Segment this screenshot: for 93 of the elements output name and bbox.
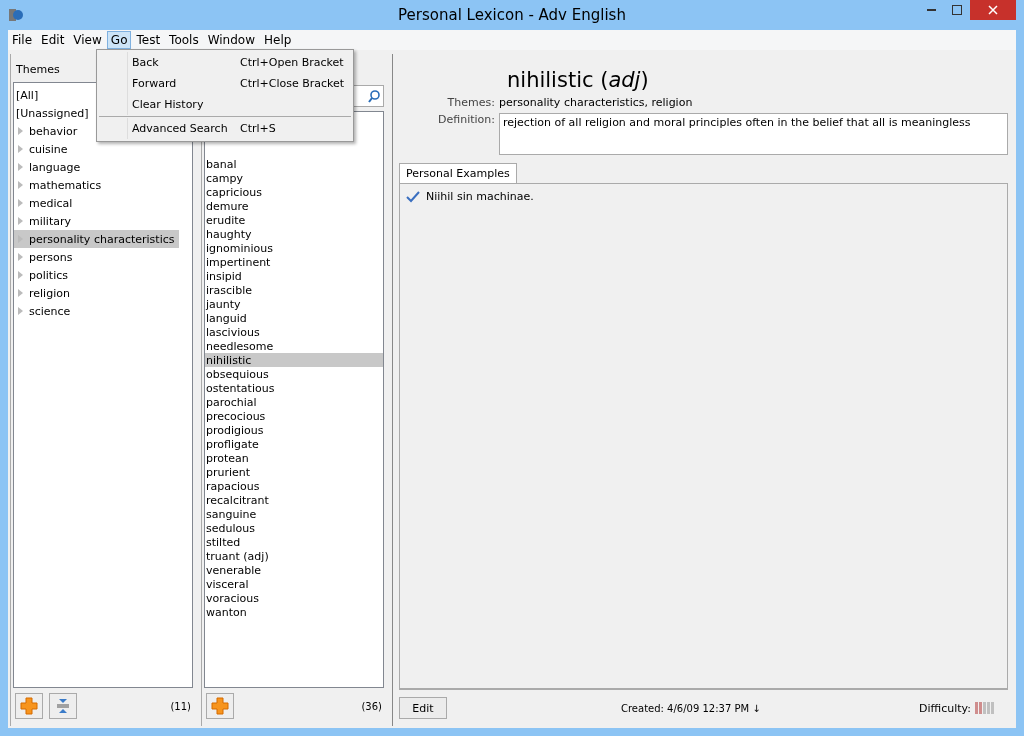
word-item[interactable]: prodigious xyxy=(205,423,383,437)
maximize-icon xyxy=(952,5,962,15)
theme-item[interactable]: cuisine xyxy=(14,140,72,158)
minimize-icon xyxy=(926,9,936,11)
word-item[interactable]: ignominious xyxy=(205,241,383,255)
word-heading: nihilistic (adj) xyxy=(506,67,650,94)
word-item[interactable]: stilted xyxy=(205,535,383,549)
expand-icon[interactable] xyxy=(18,145,24,153)
word-item[interactable]: banal xyxy=(205,157,383,171)
expand-icon[interactable] xyxy=(18,181,24,189)
close-icon xyxy=(988,5,998,15)
word-item[interactable]: languid xyxy=(205,311,383,325)
word-item[interactable]: sanguine xyxy=(205,507,383,521)
theme-item[interactable]: religion xyxy=(14,284,74,302)
expand-icon[interactable] xyxy=(18,253,24,261)
theme-item[interactable]: persons xyxy=(14,248,77,266)
window-title: Personal Lexicon - Adv English xyxy=(398,6,626,24)
word-item[interactable]: irascible xyxy=(205,283,383,297)
theme-item[interactable]: military xyxy=(14,212,75,230)
word-item[interactable]: sedulous xyxy=(205,521,383,535)
word-item[interactable]: needlesome xyxy=(205,339,383,353)
word-item[interactable]: rapacious xyxy=(205,479,383,493)
definition-field[interactable]: rejection of all religion and moral principles often in the belief that all is meaningless xyxy=(499,113,1008,155)
word-item[interactable]: ostentatious xyxy=(205,381,383,395)
app-icon xyxy=(8,7,24,23)
theme-item[interactable]: [Unassigned] xyxy=(14,104,93,122)
add-button[interactable] xyxy=(206,693,234,719)
menu-item[interactable]: Go xyxy=(106,31,132,49)
tab[interactable]: Personal Examples xyxy=(399,163,517,183)
word-item[interactable]: venerable xyxy=(205,563,383,577)
collapse-button[interactable] xyxy=(49,693,77,719)
panel-title: Themes xyxy=(16,62,60,76)
menu-entry[interactable]: Forward Ctrl+Close Bracket xyxy=(127,73,353,94)
item-count: (36) xyxy=(361,700,382,712)
created-date: Created: 4/6/09 12:37 PM ↓ xyxy=(621,702,761,714)
word-item[interactable]: precocious xyxy=(205,409,383,423)
theme-item[interactable]: medical xyxy=(14,194,77,212)
add-button[interactable] xyxy=(15,693,43,719)
menu-entry[interactable]: Advanced Search Ctrl+S xyxy=(127,118,353,139)
theme-item[interactable]: [All] xyxy=(14,86,43,104)
word-item[interactable]: obsequious xyxy=(205,367,383,381)
word-item[interactable]: wanton xyxy=(205,605,383,619)
word-item[interactable]: protean xyxy=(205,451,383,465)
word-item[interactable]: jaunty xyxy=(205,297,383,311)
search-icon xyxy=(368,89,380,103)
theme-item[interactable]: language xyxy=(14,158,85,176)
word-item[interactable]: haughty xyxy=(205,227,383,241)
word-item[interactable]: campy xyxy=(205,171,383,185)
word-item[interactable]: insipid xyxy=(205,269,383,283)
themes-value: personality characteristics, religion xyxy=(499,96,693,109)
expand-icon[interactable] xyxy=(18,307,24,315)
field-label: Themes: xyxy=(446,96,495,109)
plus-icon xyxy=(20,697,38,715)
theme-item[interactable]: politics xyxy=(14,266,72,284)
word-item[interactable]: erudite xyxy=(205,213,383,227)
edit-button[interactable]: Edit xyxy=(399,697,447,719)
menu-entry[interactable]: Back Ctrl+Open Bracket xyxy=(127,52,353,73)
word-item[interactable]: recalcitrant xyxy=(205,493,383,507)
expand-icon[interactable] xyxy=(18,289,24,297)
menu-item[interactable]: Test xyxy=(132,31,165,49)
menu-item[interactable]: Help xyxy=(260,31,296,49)
word-item[interactable]: capricious xyxy=(205,185,383,199)
expand-icon[interactable] xyxy=(18,217,24,225)
expand-icon[interactable] xyxy=(18,271,24,279)
difficulty-label: Difficulty: xyxy=(919,701,971,715)
plus-icon xyxy=(211,697,229,715)
menu-item[interactable]: Tools xyxy=(165,31,203,49)
item-count: (11) xyxy=(170,700,191,712)
word-item[interactable]: impertinent xyxy=(205,255,383,269)
word-item[interactable]: nihilistic xyxy=(205,353,383,367)
word-item[interactable]: lascivious xyxy=(205,325,383,339)
word-item[interactable]: parochial xyxy=(205,395,383,409)
word-item[interactable]: profligate xyxy=(205,437,383,451)
expand-icon[interactable] xyxy=(18,163,24,171)
menu-entry[interactable]: Clear History xyxy=(127,94,353,115)
theme-item[interactable]: science xyxy=(14,302,75,320)
word-item[interactable]: truant (adj) xyxy=(205,549,383,563)
collapse-icon xyxy=(56,698,70,714)
menu-item[interactable]: File xyxy=(8,31,37,49)
word-item[interactable]: demure xyxy=(205,199,383,213)
theme-item[interactable]: behavior xyxy=(14,122,82,140)
theme-item[interactable]: personality characteristics xyxy=(14,230,179,248)
expand-icon[interactable] xyxy=(18,199,24,207)
menu-item[interactable]: Edit xyxy=(37,31,69,49)
menu-item[interactable]: Window xyxy=(203,31,259,49)
expand-icon[interactable] xyxy=(18,127,24,135)
field-label: Definition: xyxy=(437,113,495,126)
menu-item[interactable]: View xyxy=(69,31,106,49)
word-item[interactable]: visceral xyxy=(205,577,383,591)
theme-item[interactable]: mathematics xyxy=(14,176,106,194)
example-text: Niihil sin machinae. xyxy=(426,190,534,203)
word-item[interactable]: prurient xyxy=(205,465,383,479)
word-item[interactable]: voracious xyxy=(205,591,383,605)
